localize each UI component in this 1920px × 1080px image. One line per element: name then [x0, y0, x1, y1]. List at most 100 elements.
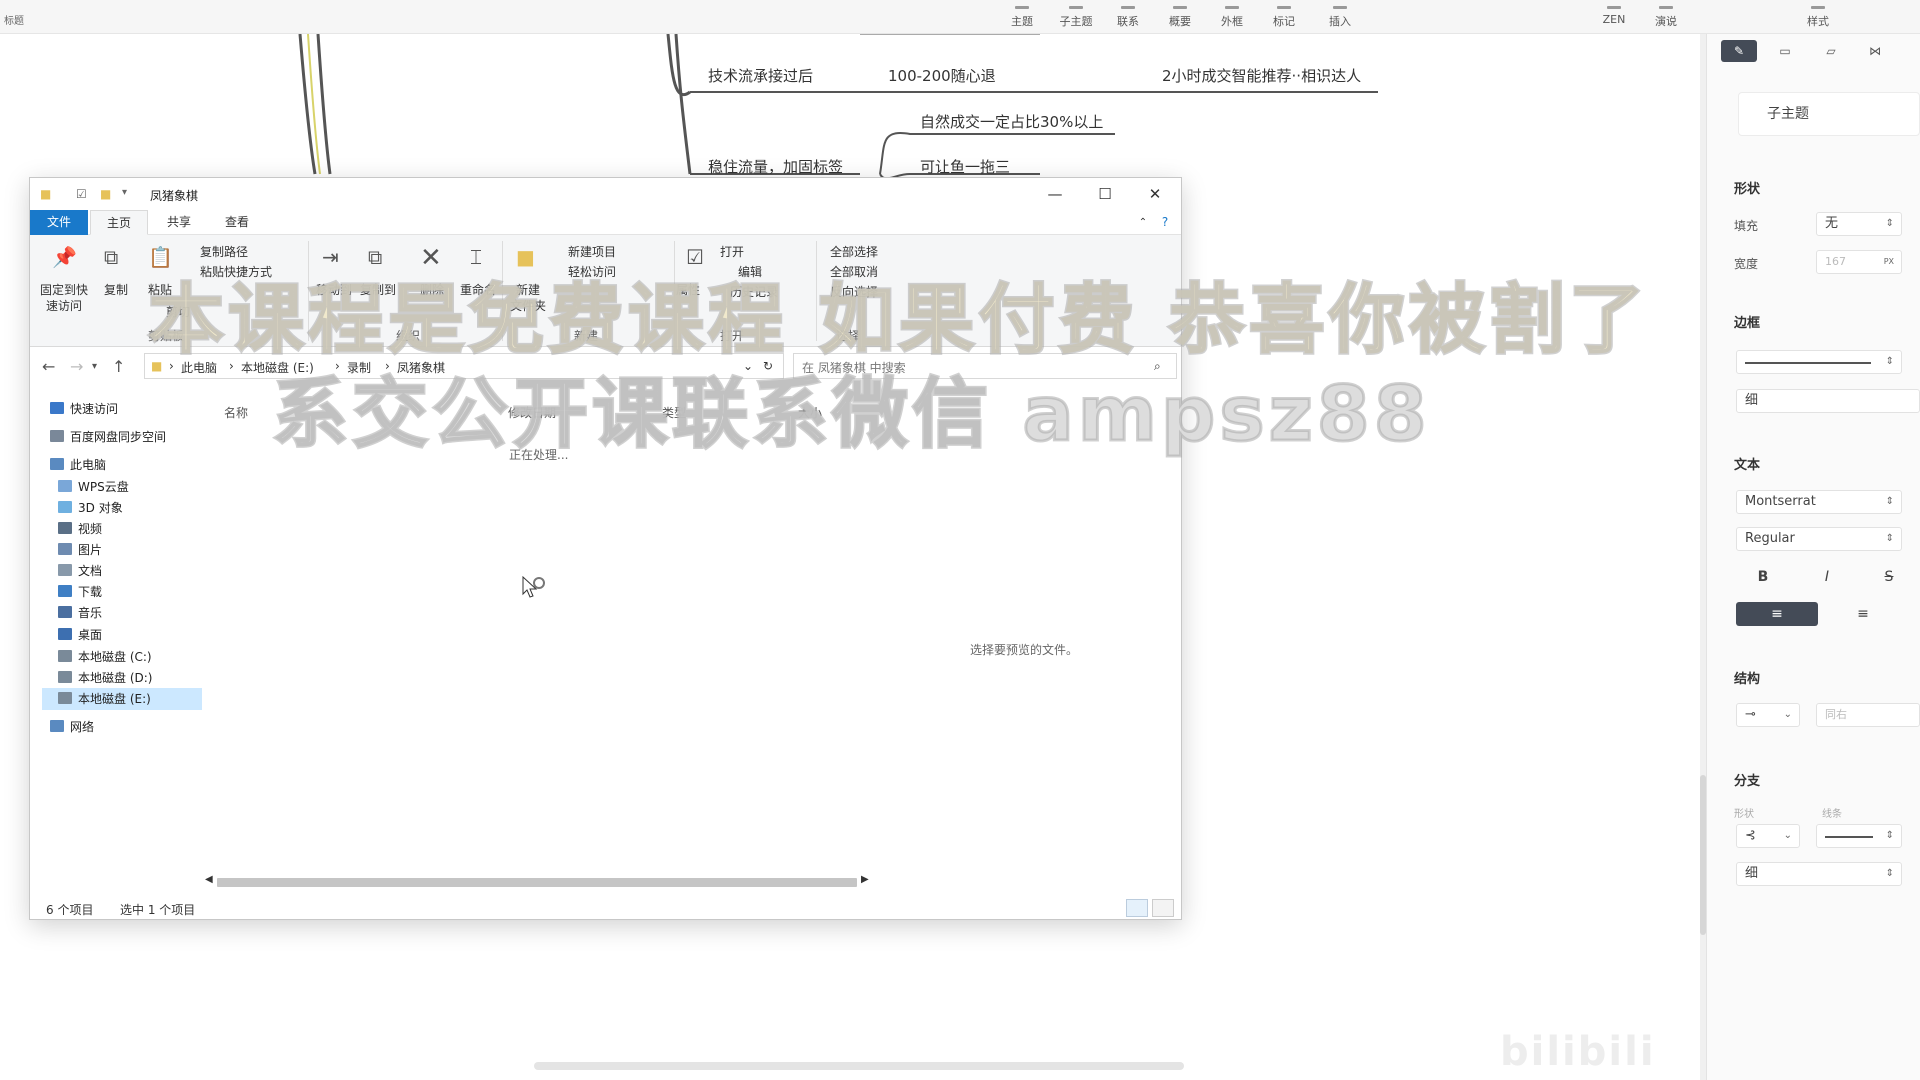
tab-home[interactable]: 主页 — [90, 210, 148, 235]
sidebar-item-wps-cloud[interactable]: WPS云盘 — [42, 476, 202, 498]
topic-one-for-three[interactable]: 可让鱼一拖三 — [920, 156, 1010, 177]
drive-c-icon — [58, 650, 72, 662]
sidebar-item-desktop[interactable]: 桌面 — [42, 624, 202, 646]
sidebar-item-documents[interactable]: 文档 — [42, 560, 202, 582]
toolbar-summary-button[interactable]: 概要 — [1154, 6, 1206, 29]
relationship-icon — [1121, 6, 1135, 9]
font-style-select[interactable]: Regular ⇕ — [1736, 527, 1902, 551]
branch-shape-select[interactable]: ⊰ ⌄ — [1736, 824, 1800, 848]
topic-smart-recommend[interactable]: 2小时成交智能推荐··相识达人 — [1162, 65, 1361, 86]
tab-view[interactable]: 查看 — [208, 210, 266, 235]
sidebar-item-network[interactable]: 网络 — [42, 716, 202, 738]
scroll-left-icon[interactable]: ◀ — [205, 874, 213, 885]
strikethrough-button[interactable]: S — [1862, 565, 1916, 589]
sidebar-item-label: 文档 — [78, 564, 103, 578]
toolbar-pitch-button[interactable]: 演说 — [1640, 6, 1692, 29]
preview-pane-message: 选择要预览的文件。 — [970, 643, 1079, 657]
sidebar-item-3d-objects[interactable]: 3D 对象 — [42, 497, 202, 519]
sidebar-item-videos[interactable]: 视频 — [42, 518, 202, 540]
sidebar-item-drive-c[interactable]: 本地磁盘 (C:) — [42, 646, 202, 668]
sidebar-item-pictures[interactable]: 图片 — [42, 539, 202, 561]
panel-tab-note[interactable]: ▱ — [1813, 40, 1849, 62]
font-family-value: Montserrat — [1745, 494, 1816, 509]
close-button[interactable]: ✕ — [1132, 182, 1178, 206]
folder-icon: ■ — [40, 187, 52, 201]
sidebar-item-drive-e[interactable]: 本地磁盘 (E:) — [42, 688, 202, 710]
toolbar-boundary-button[interactable]: 外框 — [1206, 6, 1258, 29]
sidebar-item-quick-access[interactable]: 快速访问 — [42, 398, 202, 420]
fill-select[interactable]: 无 ⇕ — [1816, 212, 1902, 236]
ribbon-collapse-icon[interactable]: ⌃ — [1134, 210, 1152, 235]
bold-button[interactable]: B — [1736, 565, 1790, 589]
sidebar-item-label: WPS云盘 — [78, 480, 129, 494]
sidebar-item-this-pc[interactable]: 此电脑 — [42, 454, 202, 476]
tab-file[interactable]: 文件 — [30, 210, 88, 235]
sidebar-item-label: 此电脑 — [70, 458, 107, 472]
sidebar-item-music[interactable]: 音乐 — [42, 602, 202, 624]
panel-tab-map[interactable]: ▭ — [1767, 40, 1803, 62]
file-list-horizontal-scrollbar[interactable]: ◀ ▶ — [205, 874, 875, 890]
scrollbar-thumb[interactable] — [217, 878, 857, 887]
align-left-button[interactable]: ≡ — [1736, 602, 1818, 626]
structure-type-select[interactable]: ⊸ ⌄ — [1736, 703, 1800, 727]
structure-direction-select[interactable]: 同右 — [1816, 703, 1920, 727]
tab-share[interactable]: 共享 — [150, 210, 208, 235]
updown-icon: ⇕ — [1885, 868, 1894, 879]
font-family-select[interactable]: Montserrat ⇕ — [1736, 490, 1902, 514]
topic-natural-deal[interactable]: 自然成交一定占比30%以上 — [920, 111, 1103, 132]
quick-access-dropdown-icon[interactable]: ▾ — [122, 187, 127, 198]
pin-quick-access-label-1[interactable]: 固定到快 — [40, 281, 88, 298]
branch-weight-value: 细 — [1745, 866, 1759, 881]
branch-weight-select[interactable]: 细 ⇕ — [1736, 862, 1902, 886]
align-center-button[interactable]: ≡ — [1822, 602, 1904, 626]
toolbar-relationship-button[interactable]: 联系 — [1102, 6, 1154, 29]
forward-arrow-icon[interactable]: → — [70, 357, 83, 376]
italic-button[interactable]: I — [1800, 565, 1854, 589]
back-arrow-icon[interactable]: ← — [42, 357, 55, 376]
sidebar-item-drive-d[interactable]: 本地磁盘 (D:) — [42, 667, 202, 689]
help-icon[interactable]: ? — [1156, 210, 1174, 235]
branch-shape-label: 形状 — [1734, 809, 1754, 820]
minimize-button[interactable]: — — [1032, 182, 1078, 206]
sidebar-item-downloads[interactable]: 下载 — [42, 581, 202, 603]
toolbar-zen-button[interactable]: ZEN — [1588, 6, 1640, 26]
topic-refund-range[interactable]: 100-200随心退 — [888, 65, 996, 86]
pin-quick-access-label-2[interactable]: 速访问 — [46, 297, 82, 314]
topic-tech-handover[interactable]: 技术流承接过后 — [708, 65, 813, 86]
width-input[interactable]: 167 PX — [1816, 250, 1902, 274]
new-folder-quick-icon[interactable]: ■ — [100, 187, 111, 201]
align-left-icon: ≡ — [1771, 606, 1783, 622]
border-line-select[interactable]: ⇕ — [1736, 350, 1902, 374]
toolbar-marker-button[interactable]: 标记 — [1258, 6, 1310, 29]
branch-section-title: 分支 — [1734, 774, 1761, 789]
toolbar-style-button[interactable]: 样式 — [1792, 6, 1844, 29]
sidebar-item-label: 桌面 — [78, 628, 103, 642]
copy-button[interactable]: 复制 — [104, 281, 128, 298]
toolbar-marker-label: 标记 — [1273, 15, 1295, 28]
panel-tab-more[interactable]: ⋈ — [1857, 40, 1893, 62]
toolbar-subtopic-button[interactable]: 子主题 — [1050, 6, 1102, 29]
toolbar-topic-button[interactable]: 主题 — [996, 6, 1048, 29]
toolbar-insert-button[interactable]: 插入 — [1314, 6, 1366, 29]
maximize-button[interactable]: ☐ — [1082, 182, 1128, 206]
details-view-icon[interactable] — [1126, 899, 1148, 917]
topic-type-card: 子主题 — [1738, 92, 1920, 136]
network-icon — [50, 720, 64, 732]
border-weight-select[interactable]: 细 — [1736, 389, 1920, 413]
branch-line-select[interactable]: ⇕ — [1816, 824, 1902, 848]
branch-line-label: 线条 — [1822, 809, 1842, 820]
up-arrow-icon[interactable]: ↑ — [112, 357, 125, 376]
properties-quick-icon[interactable]: ☑ — [76, 187, 87, 201]
panel-tab-style[interactable]: ✎ — [1721, 40, 1757, 62]
sidebar-item-baidu-sync[interactable]: 百度网盘同步空间 — [42, 426, 202, 448]
topic-stabilize-traffic[interactable]: 稳住流量，加固标签 — [708, 156, 843, 177]
scroll-right-icon[interactable]: ▶ — [861, 874, 869, 885]
downloads-icon — [58, 585, 72, 597]
line-style-preview — [1745, 362, 1871, 364]
large-icons-view-icon[interactable] — [1152, 899, 1174, 917]
this-pc-icon — [50, 458, 64, 470]
window-titlebar[interactable]: ■ ☑ ■ ▾ 凤猪象棋 — ☐ ✕ — [30, 178, 1181, 210]
canvas-horizontal-scrollbar[interactable] — [534, 1062, 1184, 1070]
column-header-name[interactable]: 名称 — [224, 404, 248, 421]
recent-locations-icon[interactable]: ▾ — [92, 361, 97, 372]
